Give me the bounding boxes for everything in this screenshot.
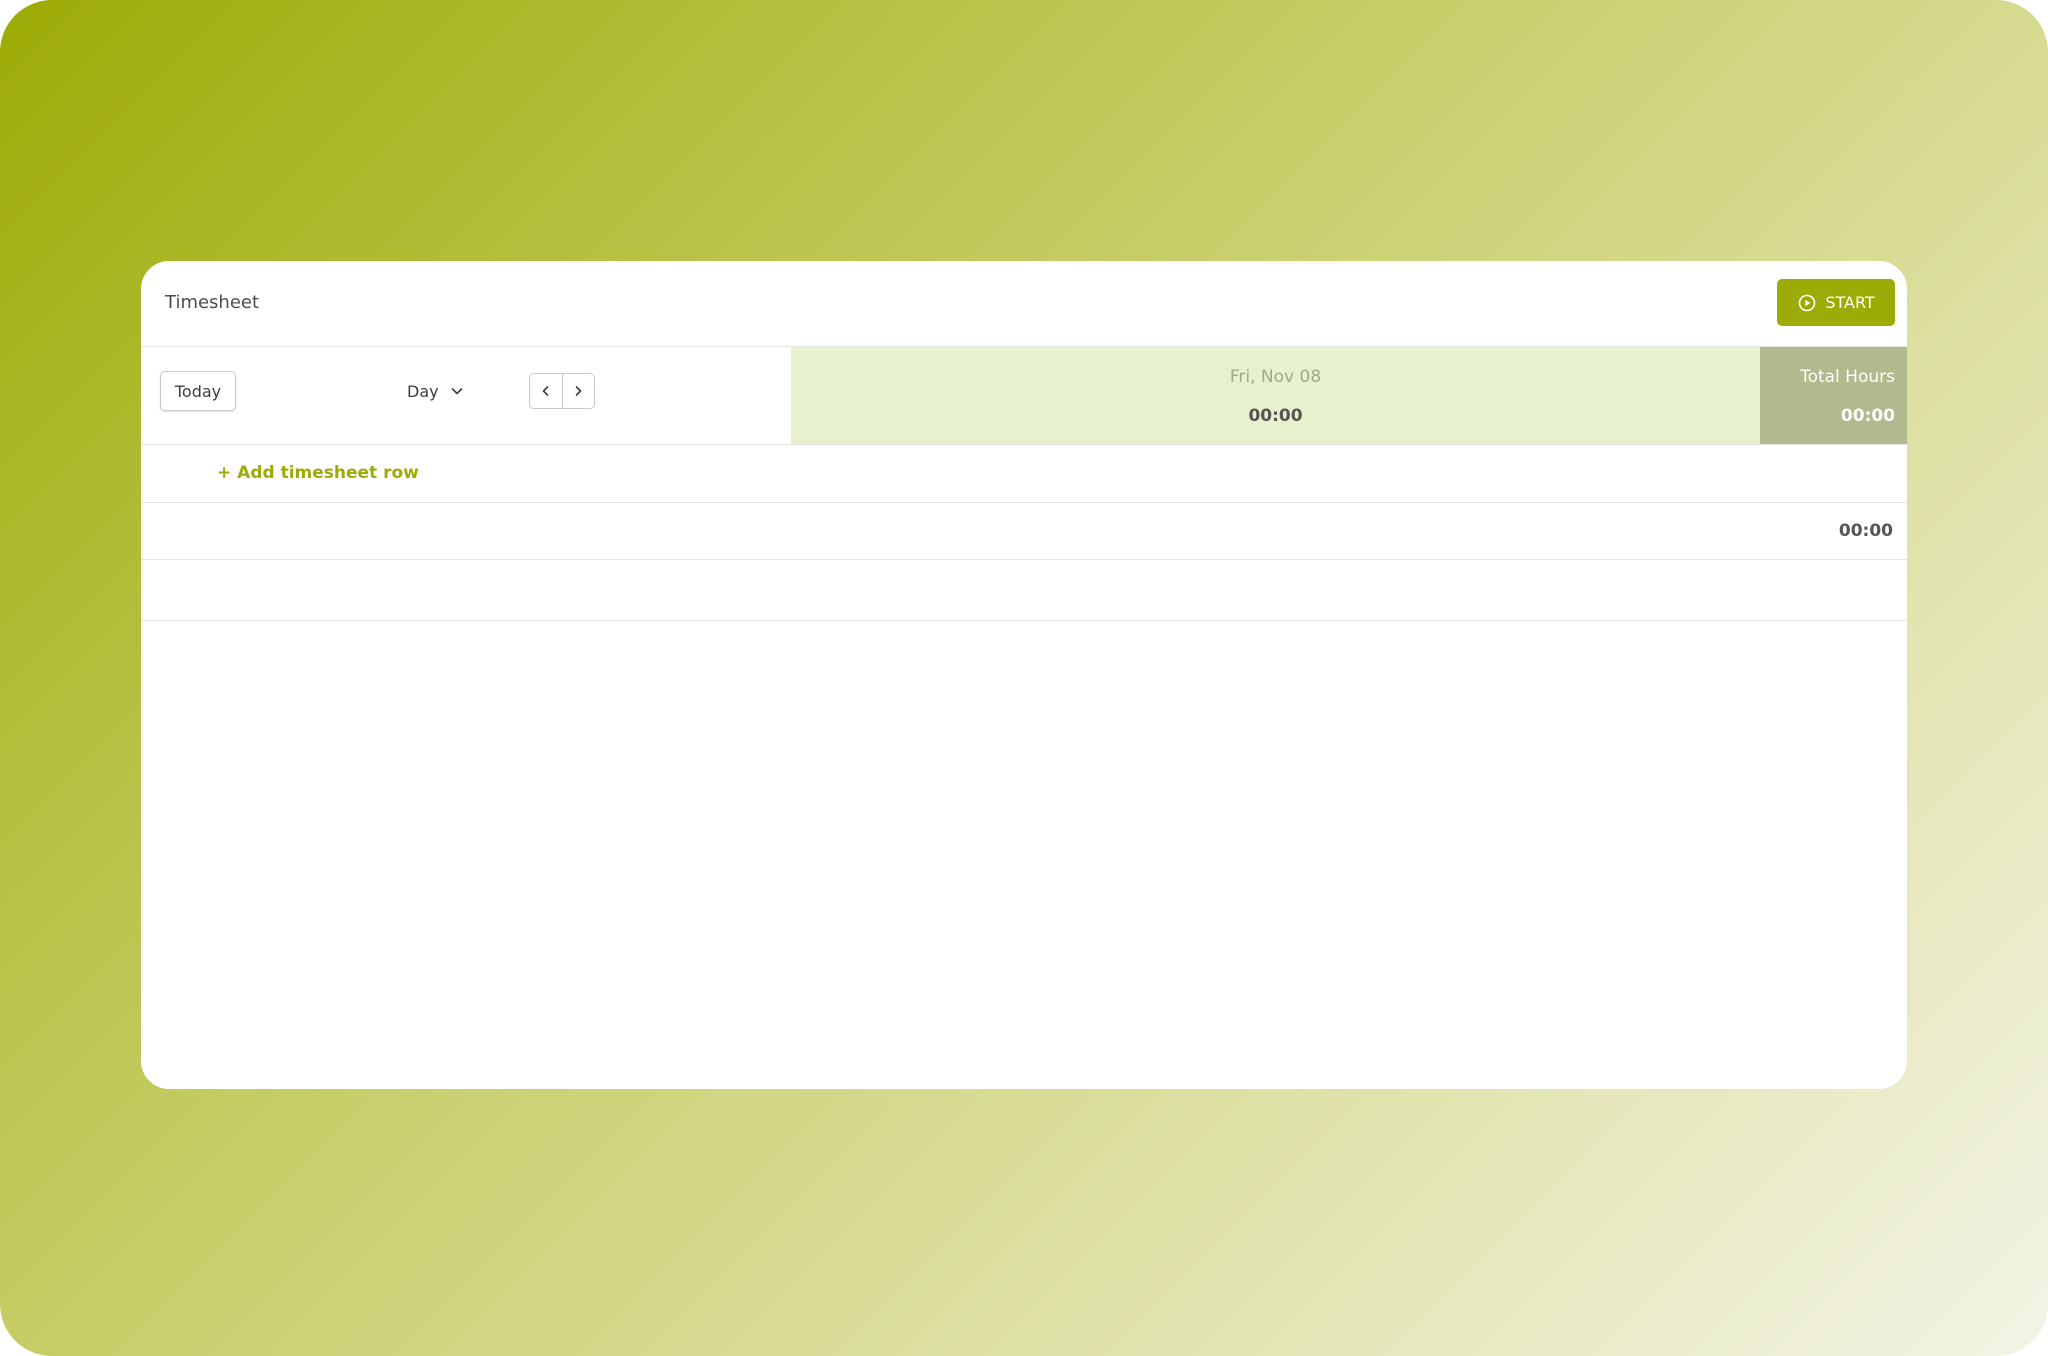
card-header: Timesheet START: [141, 261, 1907, 347]
timesheet-card: Timesheet START Today Day Fri, Nov 08 00…: [141, 261, 1907, 1089]
date-toolbar-row: Today Day Fri, Nov 08 00:00 Total Hours …: [141, 347, 1907, 445]
footer-total: 00:00: [1838, 521, 1893, 541]
total-hours-header: Total Hours 00:00: [1760, 347, 1907, 444]
page-title: Timesheet: [165, 292, 260, 313]
add-timesheet-row-link[interactable]: + Add timesheet row: [217, 461, 419, 485]
today-button[interactable]: Today: [160, 371, 236, 411]
start-timer-button[interactable]: START: [1777, 279, 1895, 326]
day-total: 00:00: [1248, 406, 1303, 426]
chevron-down-icon: [449, 383, 465, 399]
totals-row: 00:00: [141, 503, 1907, 560]
view-mode-select[interactable]: Day: [407, 375, 465, 407]
total-hours-label: Total Hours: [1800, 367, 1895, 387]
date-controls: Today Day: [141, 347, 791, 444]
gradient-background: Timesheet START Today Day Fri, Nov 08 00…: [0, 0, 2048, 1356]
total-hours-value: 00:00: [1840, 406, 1895, 426]
chevron-left-icon: [539, 384, 553, 398]
previous-date-button[interactable]: [530, 374, 562, 408]
empty-row: [141, 560, 1907, 621]
play-circle-icon: [1797, 293, 1817, 313]
next-date-button[interactable]: [561, 374, 594, 408]
date-navigation: [529, 373, 595, 409]
view-mode-value: Day: [407, 381, 439, 401]
day-column-header: Fri, Nov 08 00:00: [791, 347, 1760, 444]
add-row-container: + Add timesheet row: [141, 445, 1907, 503]
start-button-label: START: [1825, 293, 1875, 312]
chevron-right-icon: [571, 384, 585, 398]
day-label: Fri, Nov 08: [1229, 367, 1322, 387]
